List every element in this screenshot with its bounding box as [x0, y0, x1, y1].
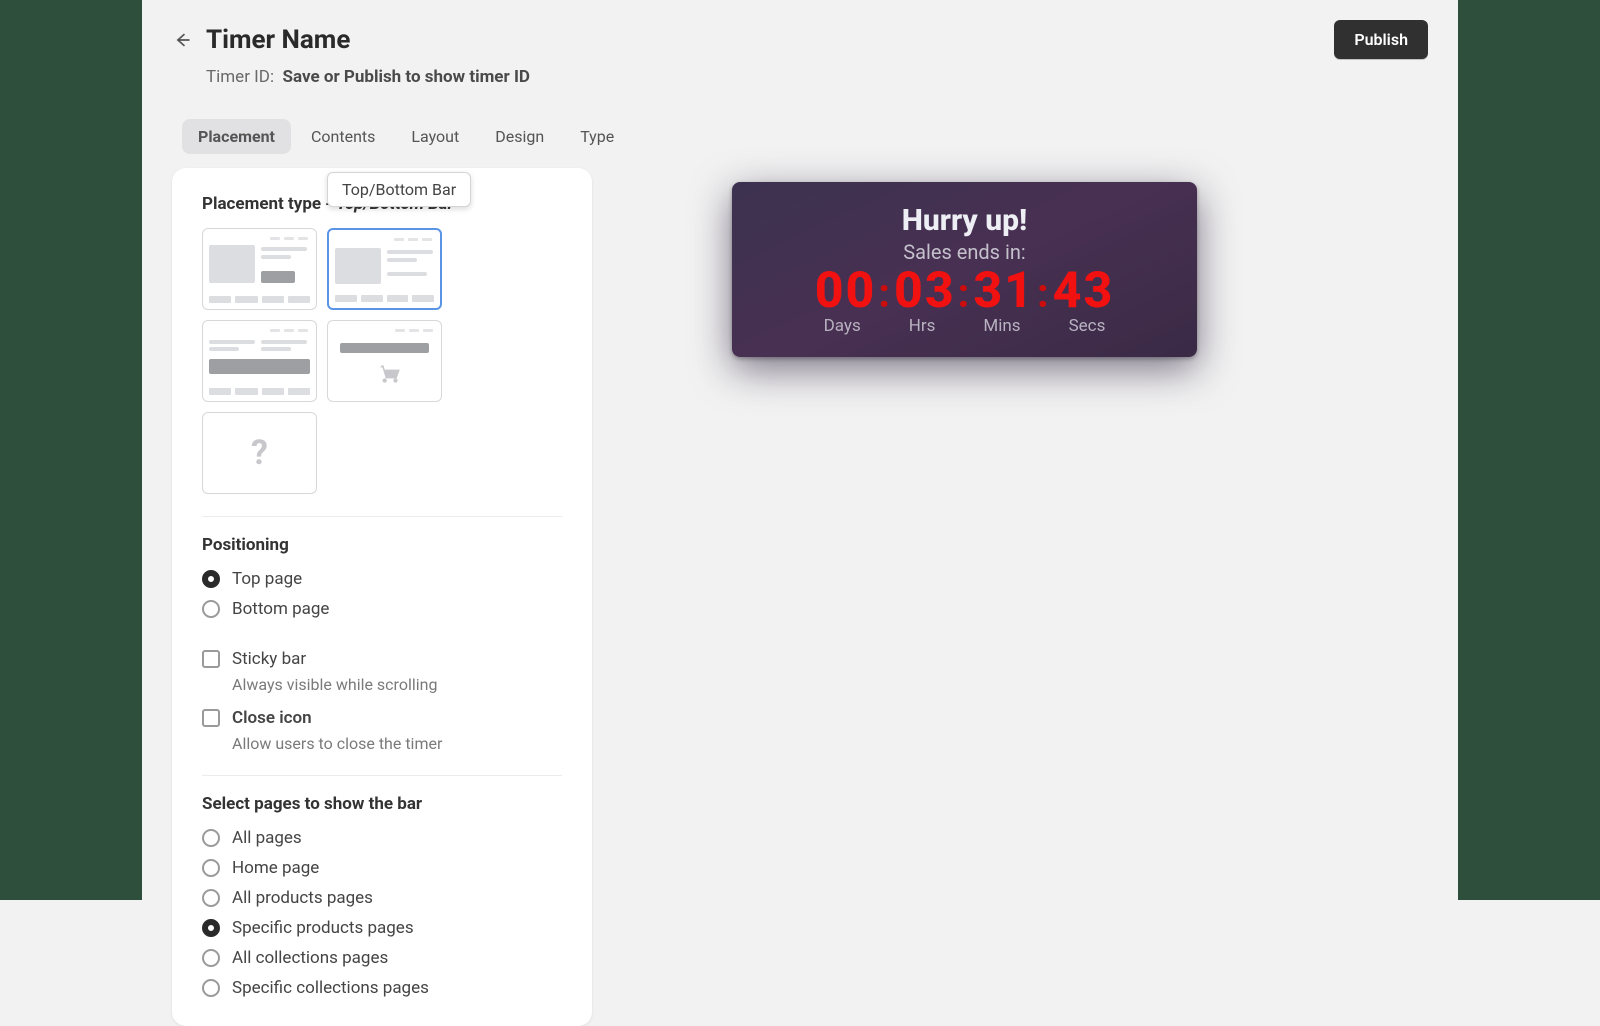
- thumb-product-card[interactable]: [202, 228, 317, 310]
- timer-id-label: Timer ID:: [206, 67, 274, 87]
- radio-home-page[interactable]: Home page: [202, 858, 562, 878]
- radio-icon: [202, 949, 220, 967]
- timer-id-line: Timer ID: Save or Publish to show timer …: [206, 67, 1428, 87]
- thumb-top-bar[interactable]: [327, 228, 442, 310]
- placement-tooltip: Top/Bottom Bar: [327, 172, 471, 207]
- question-icon: ?: [251, 433, 268, 473]
- positioning-title: Positioning: [202, 535, 562, 555]
- preview-countdown: 00: 03: 31: 43: [815, 262, 1115, 320]
- cart-icon: [376, 361, 402, 391]
- preview-subtitle: Sales ends in:: [903, 240, 1025, 264]
- radio-all-products[interactable]: All products pages: [202, 888, 562, 908]
- radio-specific-collections[interactable]: Specific collections pages: [202, 978, 562, 998]
- tabs: Placement Contents Layout Design Type: [182, 119, 1428, 154]
- preview-title: Hurry up!: [902, 203, 1027, 238]
- timer-preview: Hurry up! Sales ends in: 00: 03: 31: 43 …: [732, 182, 1197, 357]
- placement-thumbs: ?: [202, 228, 562, 494]
- radio-icon: [202, 979, 220, 997]
- tab-placement[interactable]: Placement: [182, 119, 291, 154]
- tab-design[interactable]: Design: [479, 119, 560, 154]
- tab-contents[interactable]: Contents: [295, 119, 391, 154]
- thumb-bottom-bar[interactable]: [202, 320, 317, 402]
- frame-left: [0, 0, 142, 900]
- radio-icon: [202, 889, 220, 907]
- checkbox-icon: [202, 650, 220, 668]
- radio-specific-products[interactable]: Specific products pages: [202, 918, 562, 938]
- radio-all-pages[interactable]: All pages: [202, 828, 562, 848]
- page-header: Timer Name Publish: [172, 20, 1428, 61]
- checkbox-sticky[interactable]: Sticky bar: [202, 649, 562, 669]
- divider: [202, 775, 562, 776]
- pages-title: Select pages to show the bar: [202, 794, 562, 814]
- radio-icon: [202, 829, 220, 847]
- publish-button[interactable]: Publish: [1334, 20, 1428, 59]
- radio-top-page[interactable]: Top page: [202, 569, 562, 589]
- radio-icon: [202, 859, 220, 877]
- timer-id-value: Save or Publish to show timer ID: [283, 67, 530, 87]
- radio-all-collections[interactable]: All collections pages: [202, 948, 562, 968]
- close-icon-hint: Allow users to close the timer: [232, 734, 562, 753]
- preview-units: Days Hrs Mins Secs: [824, 316, 1106, 336]
- frame-right: [1458, 0, 1600, 900]
- thumb-cart[interactable]: [327, 320, 442, 402]
- tab-layout[interactable]: Layout: [395, 119, 475, 154]
- radio-icon: [202, 600, 220, 618]
- thumb-custom[interactable]: ?: [202, 412, 317, 494]
- radio-bottom-page[interactable]: Bottom page: [202, 599, 562, 619]
- checkbox-icon: [202, 709, 220, 727]
- tab-type[interactable]: Type: [564, 119, 630, 154]
- radio-icon: [202, 570, 220, 588]
- radio-icon: [202, 919, 220, 937]
- placement-card: Top/Bottom Bar Placement type - Top/Bott…: [172, 168, 592, 1026]
- back-icon[interactable]: [172, 30, 192, 50]
- sticky-hint: Always visible while scrolling: [232, 675, 562, 694]
- page-title: Timer Name: [206, 25, 350, 55]
- checkbox-close-icon[interactable]: Close icon: [202, 708, 562, 728]
- divider: [202, 516, 562, 517]
